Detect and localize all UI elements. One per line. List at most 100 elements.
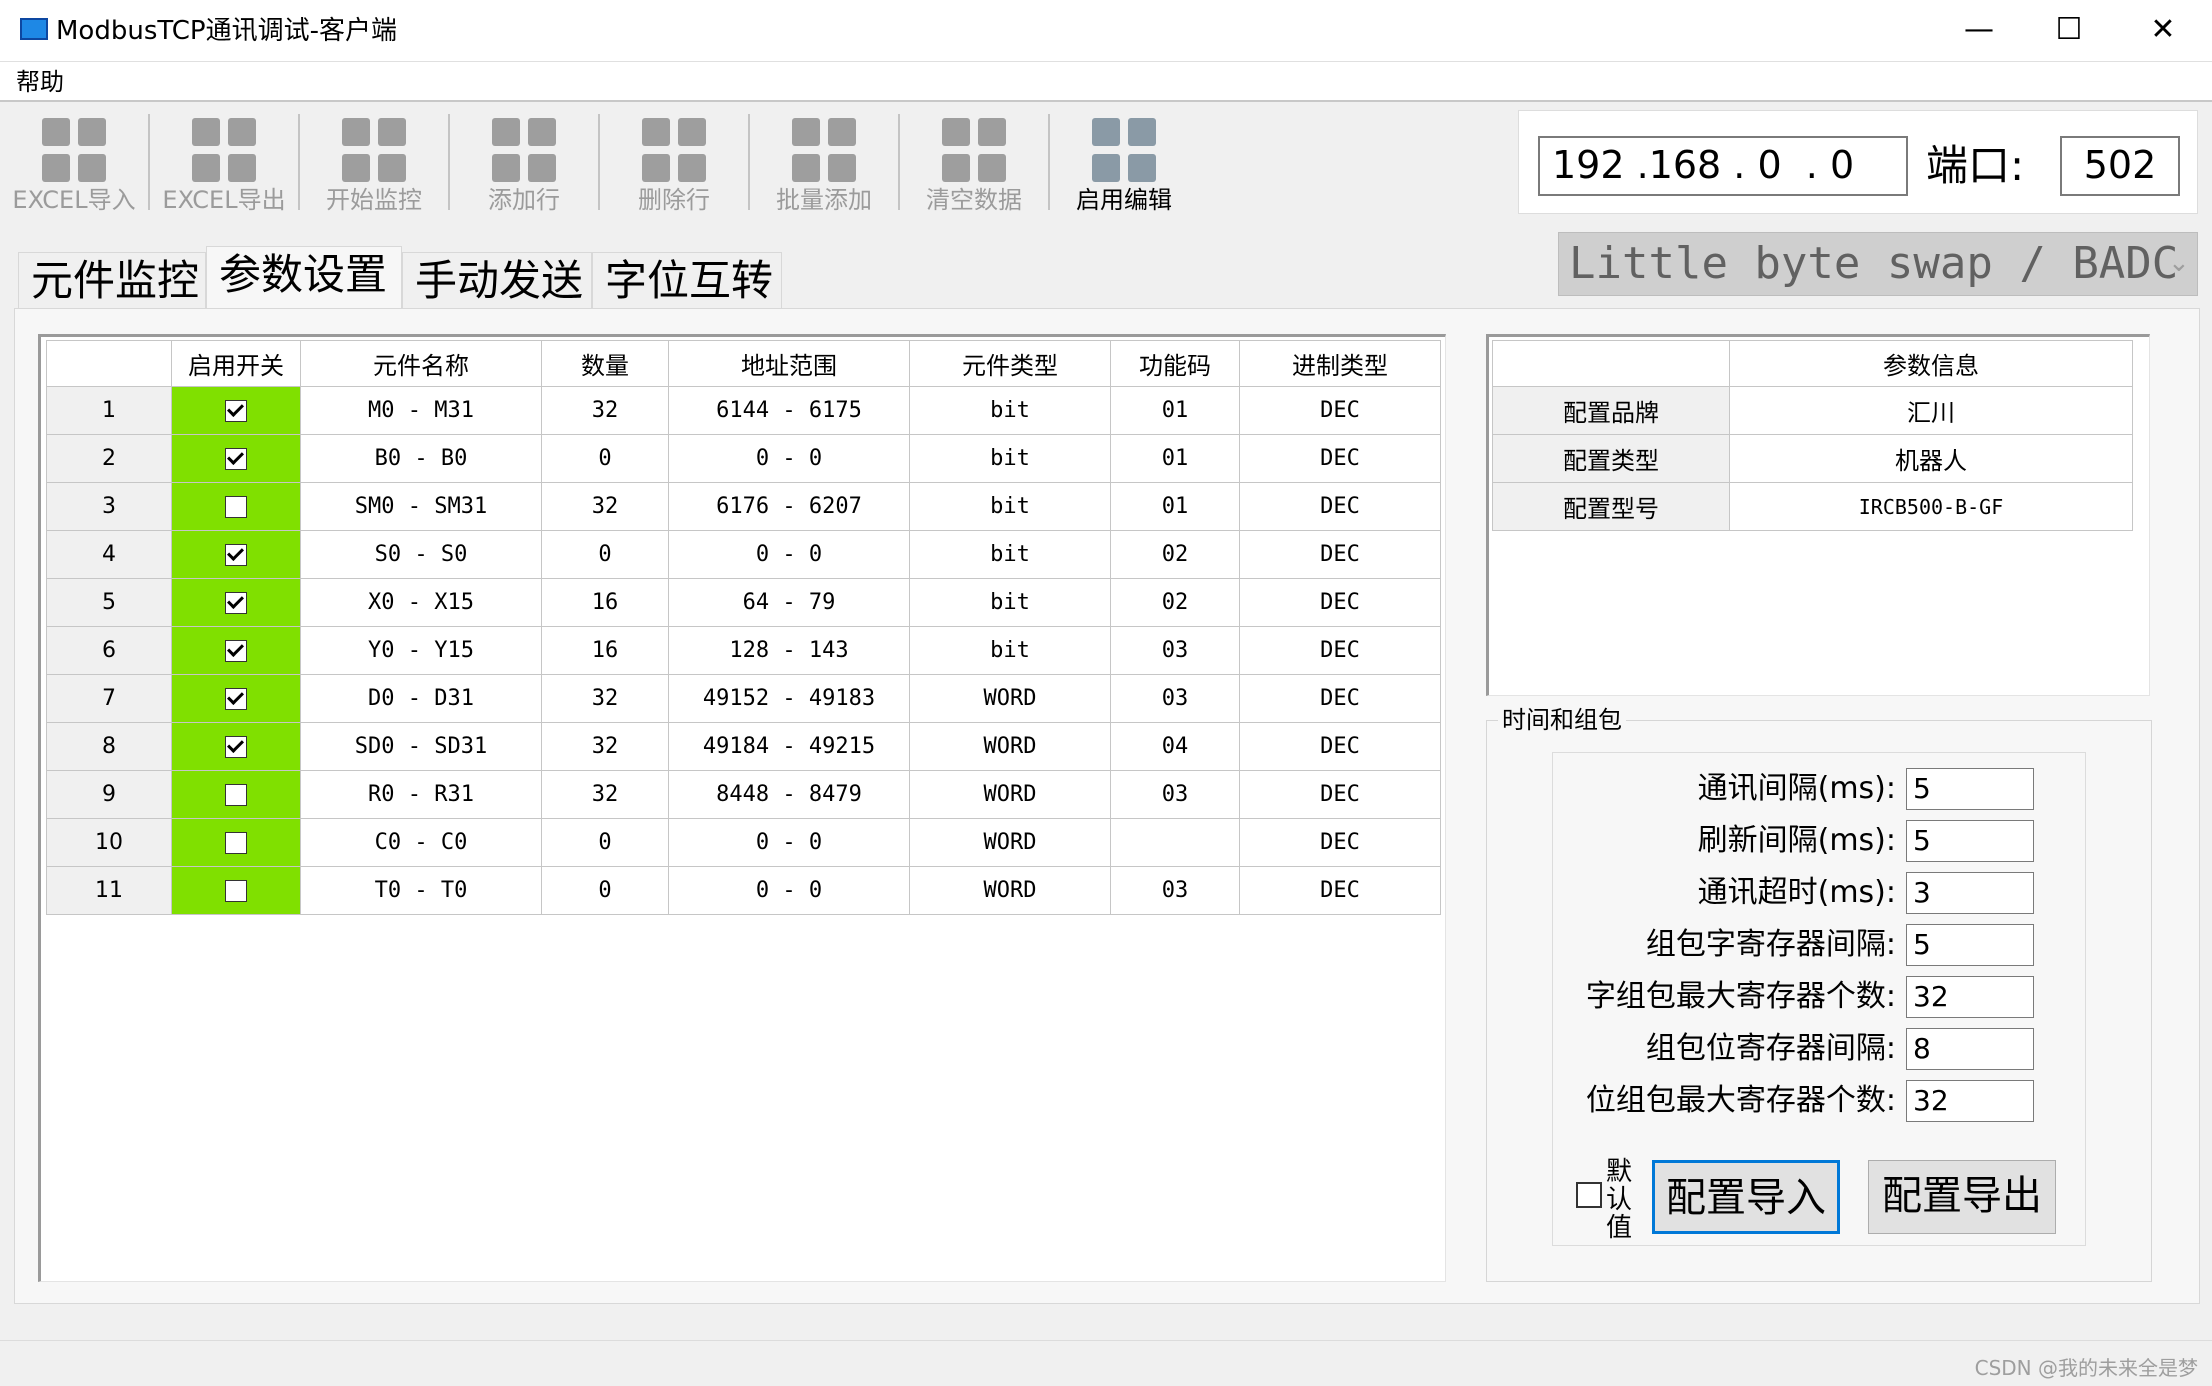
element-name-cell[interactable]: T0 - T0: [300, 866, 542, 915]
function-code-cell[interactable]: 03: [1110, 866, 1240, 915]
enable-checkbox[interactable]: [225, 880, 247, 902]
table-row[interactable]: 10 C0 - C0 0 0 - 0 WORD DEC: [46, 818, 1441, 867]
enable-checkbox[interactable]: [225, 784, 247, 806]
address-range-cell[interactable]: 128 - 143: [668, 626, 910, 675]
address-range-cell[interactable]: 0 - 0: [668, 818, 910, 867]
element-type-cell[interactable]: bit: [909, 530, 1111, 579]
function-code-cell[interactable]: [1110, 818, 1240, 867]
element-type-cell[interactable]: bit: [909, 434, 1111, 483]
enable-checkbox[interactable]: [225, 832, 247, 854]
radix-type-cell[interactable]: DEC: [1239, 578, 1441, 627]
enable-checkbox[interactable]: [225, 640, 247, 662]
address-range-cell[interactable]: 0 - 0: [668, 530, 910, 579]
batch-add-button[interactable]: 批量添加: [750, 110, 898, 214]
element-type-cell[interactable]: WORD: [909, 722, 1111, 771]
param-row[interactable]: 配置品牌 汇川: [1492, 386, 2133, 435]
element-type-cell[interactable]: bit: [909, 626, 1111, 675]
param-value-cell[interactable]: 机器人: [1729, 434, 2133, 483]
start-monitor-button[interactable]: 开始监控: [300, 110, 448, 214]
address-range-cell[interactable]: 64 - 79: [668, 578, 910, 627]
default-value-checkbox[interactable]: [1576, 1182, 1602, 1208]
count-cell[interactable]: 0: [541, 818, 669, 867]
element-name-cell[interactable]: SM0 - SM31: [300, 482, 542, 531]
function-code-cell[interactable]: 01: [1110, 482, 1240, 531]
close-button[interactable]: ✕: [2118, 8, 2208, 54]
element-name-cell[interactable]: C0 - C0: [300, 818, 542, 867]
count-cell[interactable]: 32: [541, 482, 669, 531]
refresh-interval-input[interactable]: 5: [1906, 820, 2034, 862]
count-cell[interactable]: 0: [541, 434, 669, 483]
row-number-cell[interactable]: 4: [46, 530, 172, 579]
bit-group-interval-input[interactable]: 8: [1906, 1028, 2034, 1070]
enable-checkbox[interactable]: [225, 496, 247, 518]
function-code-cell[interactable]: 02: [1110, 530, 1240, 579]
row-number-cell[interactable]: 3: [46, 482, 172, 531]
function-code-cell[interactable]: 02: [1110, 578, 1240, 627]
address-range-cell[interactable]: 8448 - 8479: [668, 770, 910, 819]
radix-type-cell[interactable]: DEC: [1239, 626, 1441, 675]
address-range-cell[interactable]: 0 - 0: [668, 434, 910, 483]
tab-component-monitor[interactable]: 元件监控: [18, 252, 206, 308]
radix-type-cell[interactable]: DEC: [1239, 866, 1441, 915]
function-code-cell[interactable]: 03: [1110, 770, 1240, 819]
table-row[interactable]: 4 S0 - S0 0 0 - 0 bit 02 DEC: [46, 530, 1441, 579]
row-number-cell[interactable]: 7: [46, 674, 172, 723]
radix-type-cell[interactable]: DEC: [1239, 434, 1441, 483]
table-row[interactable]: 6 Y0 - Y15 16 128 - 143 bit 03 DEC: [46, 626, 1441, 675]
port-input[interactable]: 502: [2060, 136, 2180, 196]
element-type-cell[interactable]: WORD: [909, 818, 1111, 867]
enable-checkbox[interactable]: [225, 400, 247, 422]
address-range-cell[interactable]: 0 - 0: [668, 866, 910, 915]
table-row[interactable]: 5 X0 - X15 16 64 - 79 bit 02 DEC: [46, 578, 1441, 627]
count-cell[interactable]: 32: [541, 722, 669, 771]
bit-group-max-count-input[interactable]: 32: [1906, 1080, 2034, 1122]
function-code-cell[interactable]: 03: [1110, 674, 1240, 723]
excel-import-button[interactable]: EXCEL导入: [0, 110, 148, 214]
function-code-cell[interactable]: 04: [1110, 722, 1240, 771]
row-number-cell[interactable]: 10: [46, 818, 172, 867]
enable-checkbox[interactable]: [225, 736, 247, 758]
tab-param-settings[interactable]: 参数设置: [206, 246, 402, 310]
count-cell[interactable]: 0: [541, 866, 669, 915]
count-cell[interactable]: 0: [541, 530, 669, 579]
row-number-cell[interactable]: 1: [46, 386, 172, 435]
enable-edit-button[interactable]: 启用编辑: [1050, 110, 1198, 214]
row-number-cell[interactable]: 11: [46, 866, 172, 915]
element-type-cell[interactable]: bit: [909, 482, 1111, 531]
chevron-down-icon[interactable]: ⌄: [2168, 248, 2190, 278]
radix-type-cell[interactable]: DEC: [1239, 530, 1441, 579]
table-row[interactable]: 9 R0 - R31 32 8448 - 8479 WORD 03 DEC: [46, 770, 1441, 819]
minimize-button[interactable]: —: [1934, 8, 2024, 54]
comm-interval-input[interactable]: 5: [1906, 768, 2034, 810]
byte-order-select[interactable]: Little byte swap / BADC: [1558, 232, 2198, 296]
enable-checkbox[interactable]: [225, 688, 247, 710]
delete-row-button[interactable]: 删除行: [600, 110, 748, 214]
radix-type-cell[interactable]: DEC: [1239, 674, 1441, 723]
count-cell[interactable]: 32: [541, 386, 669, 435]
excel-export-button[interactable]: EXCEL导出: [150, 110, 298, 214]
function-code-cell[interactable]: 03: [1110, 626, 1240, 675]
clear-data-button[interactable]: 清空数据: [900, 110, 1048, 214]
maximize-button[interactable]: ☐: [2024, 8, 2114, 54]
param-value-cell[interactable]: IRCB500-B-GF: [1729, 482, 2133, 531]
table-row[interactable]: 8 SD0 - SD31 32 49184 - 49215 WORD 04 DEC: [46, 722, 1441, 771]
add-row-button[interactable]: 添加行: [450, 110, 598, 214]
table-row[interactable]: 7 D0 - D31 32 49152 - 49183 WORD 03 DEC: [46, 674, 1441, 723]
count-cell[interactable]: 32: [541, 674, 669, 723]
comm-timeout-input[interactable]: 3: [1906, 872, 2034, 914]
word-group-interval-input[interactable]: 5: [1906, 924, 2034, 966]
radix-type-cell[interactable]: DEC: [1239, 386, 1441, 435]
element-type-cell[interactable]: WORD: [909, 674, 1111, 723]
config-import-button[interactable]: 配置导入: [1652, 1160, 1840, 1234]
param-row[interactable]: 配置型号 IRCB500-B-GF: [1492, 482, 2133, 531]
element-name-cell[interactable]: R0 - R31: [300, 770, 542, 819]
row-number-cell[interactable]: 6: [46, 626, 172, 675]
count-cell[interactable]: 16: [541, 626, 669, 675]
element-type-cell[interactable]: WORD: [909, 866, 1111, 915]
param-value-cell[interactable]: 汇川: [1729, 386, 2133, 435]
row-number-cell[interactable]: 5: [46, 578, 172, 627]
address-range-cell[interactable]: 6144 - 6175: [668, 386, 910, 435]
radix-type-cell[interactable]: DEC: [1239, 482, 1441, 531]
element-name-cell[interactable]: Y0 - Y15: [300, 626, 542, 675]
element-name-cell[interactable]: SD0 - SD31: [300, 722, 542, 771]
